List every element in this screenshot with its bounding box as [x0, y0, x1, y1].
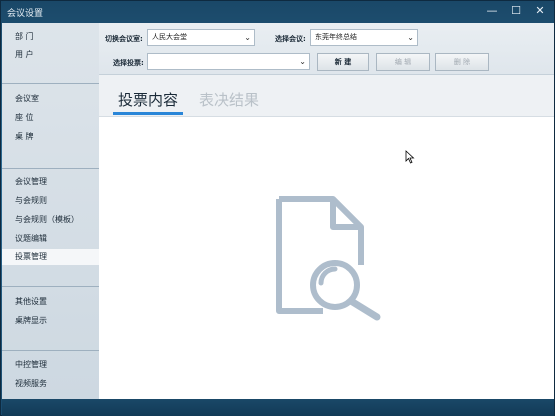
document-search-icon [267, 193, 387, 325]
sidebar-item-topic-edit[interactable]: 议题编辑 [2, 231, 99, 247]
new-button[interactable]: 新 建 [317, 53, 369, 71]
maximize-button[interactable]: ☐ [505, 2, 527, 20]
tab-vote-result[interactable]: 表决结果 [199, 89, 259, 110]
active-tab-indicator [113, 112, 183, 115]
sidebar-divider [2, 350, 99, 351]
minimize-button[interactable]: — [481, 2, 503, 20]
meeting-select-value: 东莞年终总结 [315, 33, 357, 41]
sidebar-item-attend-rules-template[interactable]: 与会规则（模板） [2, 212, 99, 228]
sidebar-item-attend-rules[interactable]: 与会规则 [2, 193, 99, 209]
sidebar: 部 门 用 户 会议室 座 位 桌 牌 会议管理 与会规则 与会规则（模板） 议… [2, 23, 99, 399]
delete-button[interactable]: 删 除 [435, 53, 489, 71]
sidebar-item-central-control[interactable]: 中控管理 [2, 357, 99, 373]
sidebar-item-video-service[interactable]: 视频服务 [2, 376, 99, 392]
chevron-down-icon: ⌄ [407, 33, 414, 42]
vote-select[interactable]: ⌄ [147, 53, 310, 70]
room-select-value: 人民大会堂 [152, 33, 187, 41]
sidebar-item-seat[interactable]: 座 位 [2, 110, 99, 126]
tab-bar: 投票内容 表决结果 [99, 75, 554, 117]
sidebar-item-department[interactable]: 部 门 [2, 29, 99, 45]
tab-vote-content[interactable]: 投票内容 [118, 89, 178, 110]
sidebar-divider [2, 83, 99, 84]
sidebar-item-user[interactable]: 用 户 [2, 47, 99, 63]
sidebar-item-meeting-room[interactable]: 会议室 [2, 91, 99, 107]
chevron-down-icon: ⌄ [244, 33, 251, 42]
room-select[interactable]: 人民大会堂 ⌄ [147, 29, 255, 46]
chevron-down-icon: ⌄ [299, 57, 306, 66]
main-panel: 切换会议室: 人民大会堂 ⌄ 选择会议: 东莞年终总结 ⌄ 选择投票: ⌄ 新 … [99, 23, 554, 399]
select-vote-label: 选择投票: [113, 59, 144, 67]
meeting-select[interactable]: 东莞年终总结 ⌄ [310, 29, 418, 46]
title-bar[interactable]: 会议设置 — ☐ ✕ [1, 1, 555, 23]
app-window: 会议设置 — ☐ ✕ 部 门 用 户 会议室 座 位 桌 牌 会议管理 与会规则… [0, 0, 555, 416]
sidebar-item-meeting-manage[interactable]: 会议管理 [2, 174, 99, 190]
close-button[interactable]: ✕ [529, 2, 551, 20]
sidebar-divider [2, 286, 99, 287]
select-meeting-label: 选择会议: [275, 35, 306, 43]
toolbar: 切换会议室: 人民大会堂 ⌄ 选择会议: 东莞年终总结 ⌄ 选择投票: ⌄ 新 … [99, 23, 554, 75]
edit-button[interactable]: 编 辑 [376, 53, 430, 71]
mouse-pointer-icon [405, 150, 415, 166]
sidebar-item-nameplate-display[interactable]: 桌牌显示 [2, 313, 99, 329]
switch-room-label: 切换会议室: [105, 35, 143, 43]
window-title: 会议设置 [7, 9, 44, 19]
sidebar-divider [2, 168, 99, 169]
status-bar [2, 399, 554, 416]
sidebar-item-other-settings[interactable]: 其他设置 [2, 294, 99, 310]
sidebar-item-vote-manage[interactable]: 投票管理 [2, 249, 99, 265]
sidebar-item-nameplate[interactable]: 桌 牌 [2, 129, 99, 145]
